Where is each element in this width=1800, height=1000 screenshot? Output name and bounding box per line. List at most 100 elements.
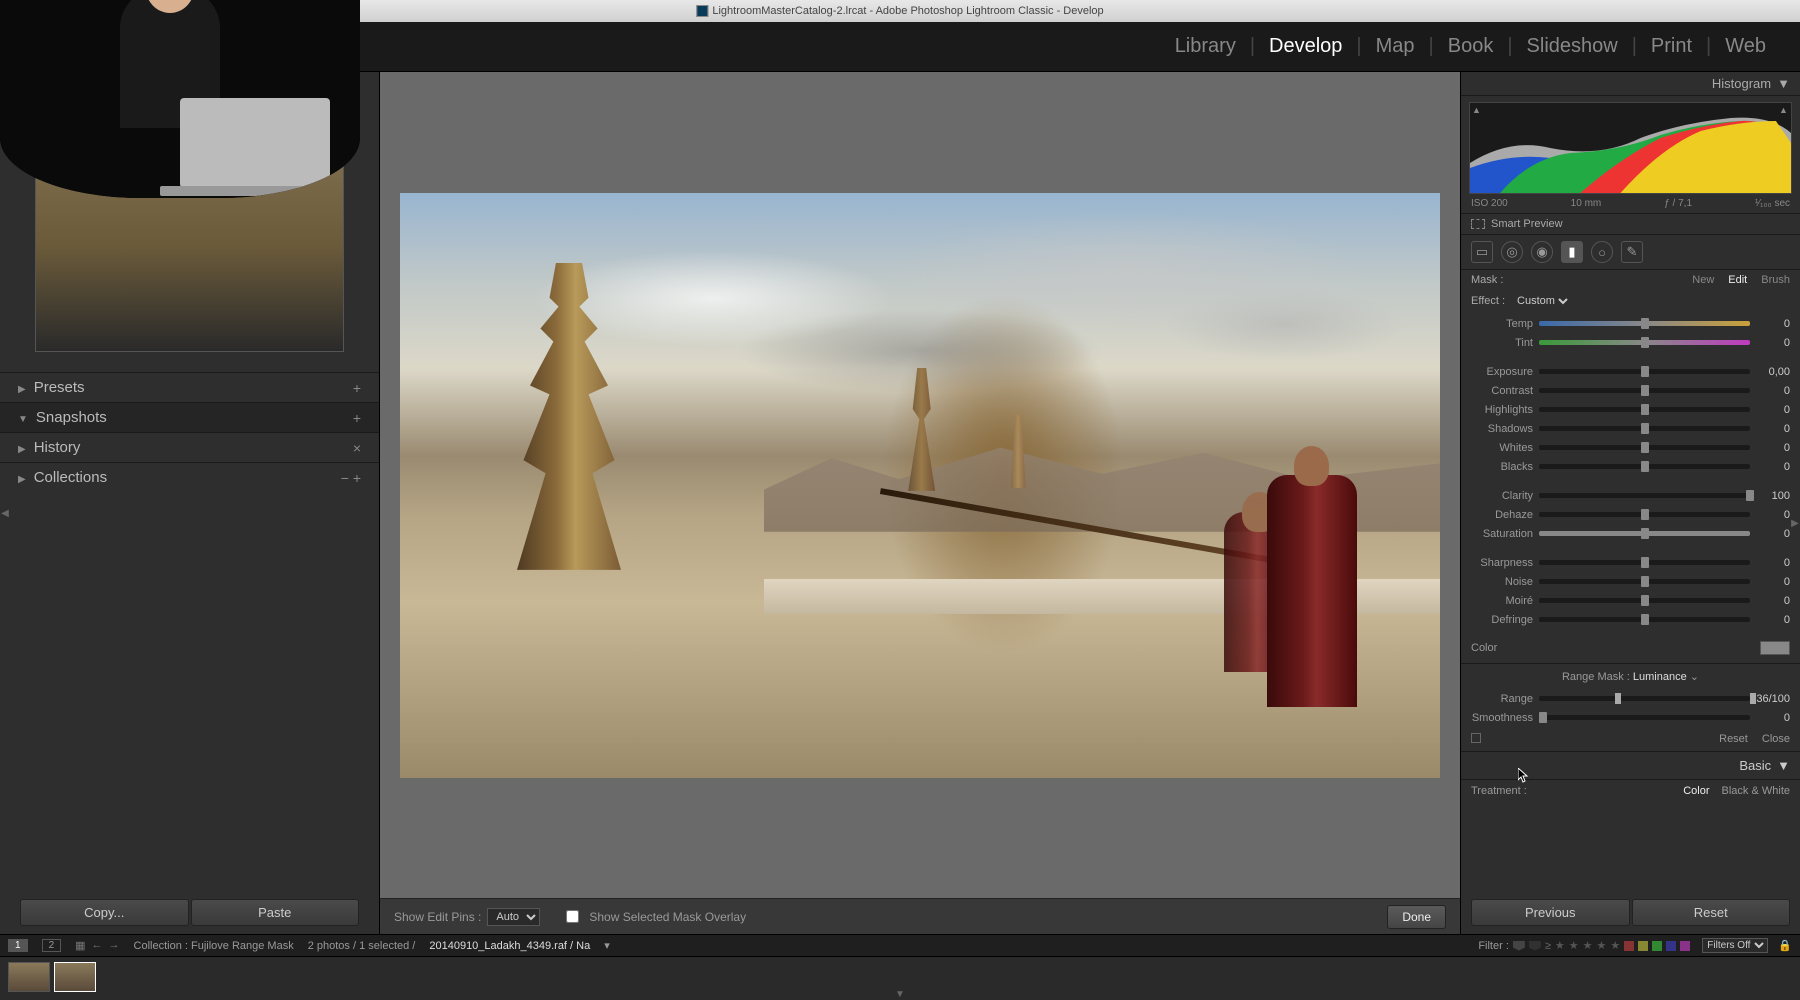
module-map[interactable]: Map [1362,35,1429,58]
presets-section-header[interactable]: ▶Presets + [0,372,379,402]
filter-preset-select[interactable]: Filters Off [1702,938,1768,953]
nav-forward-icon[interactable]: → [109,939,120,952]
sharpness-slider[interactable] [1539,560,1750,565]
module-web[interactable]: Web [1711,35,1780,58]
blacks-slider[interactable] [1539,464,1750,469]
temp-slider[interactable] [1539,321,1750,326]
right-panel-collapse-handle[interactable]: ▶ [1790,503,1800,543]
add-preset-button[interactable]: + [353,380,361,396]
survey-page-1[interactable]: 1 [8,939,28,952]
grid-view-icon[interactable]: ▦ [75,939,85,952]
done-button[interactable]: Done [1387,905,1446,929]
filmstrip-thumb-2[interactable] [54,962,96,992]
defringe-value: 0 [1756,614,1790,626]
range-mask-reset[interactable]: Reset [1719,733,1748,745]
module-develop[interactable]: Develop [1255,35,1356,58]
shadow-clipping-indicator[interactable]: ▲ [1472,105,1482,115]
dropdown-icon[interactable]: ⌄ [1690,671,1699,683]
flag-filter-reject[interactable] [1529,941,1541,951]
exposure-slider[interactable] [1539,369,1750,374]
collections-section-header[interactable]: ▶Collections − + [0,462,379,492]
show-mask-overlay-label: Show Selected Mask Overlay [589,910,746,924]
module-slideshow[interactable]: Slideshow [1513,35,1632,58]
radial-filter-tool[interactable]: ○ [1591,241,1613,263]
adjustment-brush-tool[interactable]: ✎ [1621,241,1643,263]
filmstrip-collapse-handle[interactable]: ▼ [895,989,905,1000]
nav-back-icon[interactable]: ← [92,939,103,952]
flag-filter-pick[interactable] [1513,941,1525,951]
star-filter-4[interactable]: ★ [1597,939,1607,952]
redeye-tool[interactable]: ◉ [1531,241,1553,263]
color-label-green[interactable] [1652,941,1662,951]
color-label-yellow[interactable] [1638,941,1648,951]
module-book[interactable]: Book [1434,35,1508,58]
temp-value: 0 [1756,318,1790,330]
show-mask-overlay-checkbox[interactable] [566,910,579,923]
saturation-slider[interactable] [1539,531,1750,536]
survey-page-2[interactable]: 2 [42,939,62,952]
color-label-blue[interactable] [1666,941,1676,951]
noise-slider[interactable] [1539,579,1750,584]
color-label-purple[interactable] [1680,941,1690,951]
current-filename[interactable]: 20140910_Ladakh_4349.raf / Na [429,940,590,952]
range-slider[interactable] [1539,696,1750,701]
copy-settings-button[interactable]: Copy... [20,899,189,926]
effect-preset-select[interactable]: Custom [1513,294,1571,308]
rating-ge-icon[interactable]: ≥ [1545,940,1551,952]
whites-label: Whites [1471,442,1533,454]
highlight-clipping-indicator[interactable]: ▲ [1779,105,1789,115]
paste-settings-button[interactable]: Paste [191,899,360,926]
histogram[interactable]: ▲ ▲ [1469,102,1792,194]
add-collection-button[interactable]: − + [341,470,361,486]
mask-new[interactable]: New [1692,274,1714,286]
snapshots-section-header[interactable]: ▼Snapshots + [0,402,379,432]
basic-panel-header[interactable]: Basic ▼ [1461,752,1800,780]
treatment-color[interactable]: Color [1683,785,1709,797]
moire-slider[interactable] [1539,598,1750,603]
reset-button[interactable]: Reset [1632,899,1791,926]
shadows-slider[interactable] [1539,426,1750,431]
filter-lock-icon[interactable]: 🔒 [1778,939,1792,952]
smoothness-slider[interactable] [1539,715,1750,720]
dehaze-slider[interactable] [1539,512,1750,517]
contrast-slider[interactable] [1539,388,1750,393]
range-mask-visualize-checkbox[interactable] [1471,733,1481,743]
tint-slider[interactable] [1539,340,1750,345]
left-panel: ◀ ▶Presets + ▼Snapshots + ▶History × ▶Co… [0,72,380,934]
whites-slider[interactable] [1539,445,1750,450]
star-filter-5[interactable]: ★ [1610,939,1620,952]
clarity-slider[interactable] [1539,493,1750,498]
module-library[interactable]: Library [1161,35,1250,58]
treatment-bw[interactable]: Black & White [1722,785,1790,797]
spot-removal-tool[interactable]: ◎ [1501,241,1523,263]
exposure-slider-row: Exposure0,00 [1471,362,1790,381]
history-section-header[interactable]: ▶History × [0,432,379,462]
color-swatch-button[interactable] [1760,641,1790,655]
histogram-header[interactable]: Histogram ▼ [1461,72,1800,96]
filmstrip-thumb-1[interactable] [8,962,50,992]
graduated-filter-tool[interactable]: ▮ [1561,241,1583,263]
mask-brush[interactable]: Brush [1761,274,1790,286]
highlights-slider[interactable] [1539,407,1750,412]
previous-button[interactable]: Previous [1471,899,1630,926]
image-canvas-area[interactable] [380,72,1460,898]
mask-edit[interactable]: Edit [1728,274,1747,286]
crop-tool[interactable]: ▭ [1471,241,1493,263]
star-filter-3[interactable]: ★ [1583,939,1593,952]
main-photo[interactable] [400,193,1440,778]
show-edit-pins-select[interactable]: Auto [487,908,540,926]
add-snapshot-button[interactable]: + [353,410,361,426]
center-area: Show Edit Pins : Auto Show Selected Mask… [380,72,1460,934]
filename-dropdown-icon[interactable]: ▾ [604,939,610,952]
color-label-red[interactable] [1624,941,1634,951]
moire-slider-row: Moiré0 [1471,591,1790,610]
defringe-slider[interactable] [1539,617,1750,622]
star-filter-2[interactable]: ★ [1569,939,1579,952]
range-mask-mode[interactable]: Luminance [1633,671,1687,683]
module-print[interactable]: Print [1637,35,1706,58]
left-panel-collapse-handle[interactable]: ◀ [0,493,10,533]
range-mask-close[interactable]: Close [1762,733,1790,745]
defringe-slider-row: Defringe0 [1471,610,1790,629]
clear-history-button[interactable]: × [353,440,361,456]
star-filter-1[interactable]: ★ [1555,939,1565,952]
